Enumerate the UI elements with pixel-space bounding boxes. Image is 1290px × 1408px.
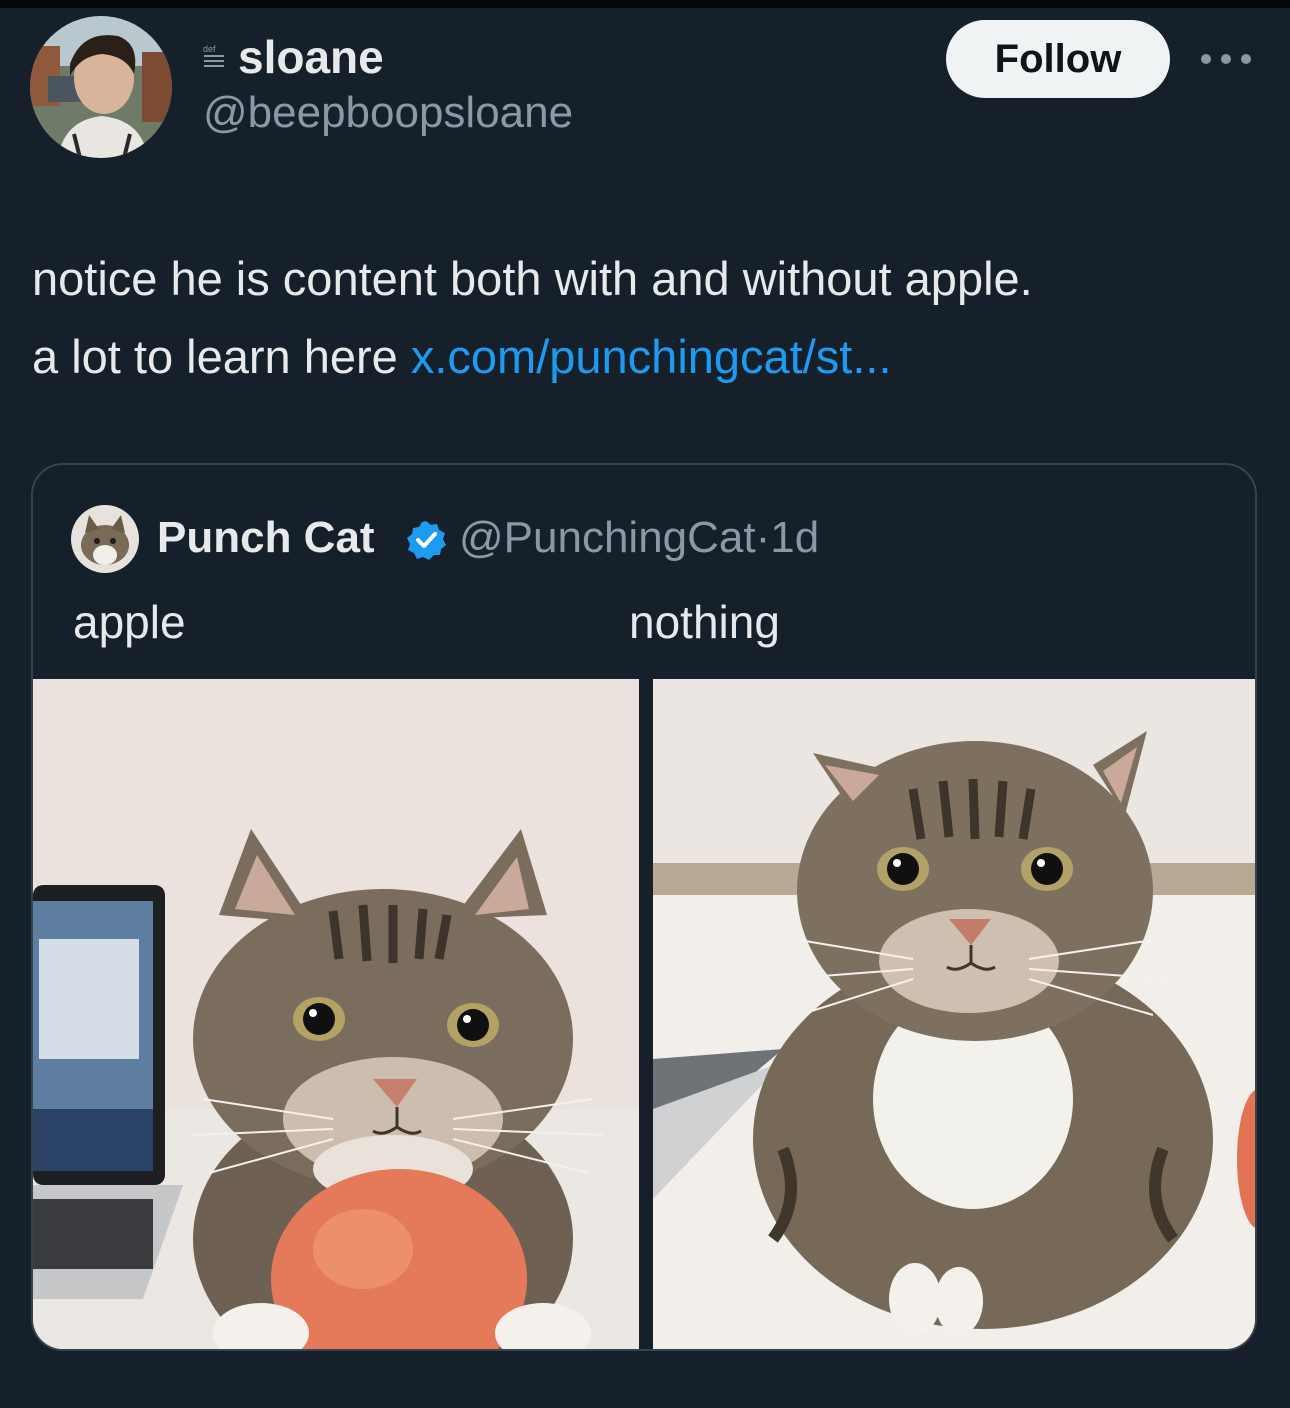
def-badge-text: def — [203, 44, 216, 54]
quote-handle-and-time: @PunchingCat·1d — [459, 513, 819, 563]
cat-without-apple-photo[interactable] — [653, 679, 1255, 1349]
author-avatar[interactable] — [30, 16, 172, 158]
cat-with-apple-photo[interactable] — [33, 679, 639, 1349]
author-display-name[interactable]: sloane — [238, 30, 384, 84]
caption-apple: apple — [73, 596, 186, 648]
quote-handle[interactable]: @PunchingCat — [459, 513, 756, 562]
more-horizontal-icon[interactable] — [1198, 48, 1254, 70]
quoted-tweet-card[interactable]: Punch Cat @PunchingCat·1d apple nothing — [31, 463, 1257, 1351]
author-handle[interactable]: @beepboopsloane — [203, 88, 573, 138]
quote-time[interactable]: 1d — [770, 513, 819, 562]
tweet-link[interactable]: x.com/punchingcat/st... — [411, 330, 892, 383]
avatar-photo — [30, 16, 172, 158]
def-badge-icon: def — [203, 44, 224, 67]
verified-badge-icon — [407, 521, 446, 560]
tweet-text-line2-prefix: a lot to learn here — [32, 330, 411, 383]
follow-button[interactable]: Follow — [946, 20, 1170, 98]
cat-without-apple-image — [653, 679, 1255, 1349]
quote-separator: · — [755, 513, 771, 562]
quote-author-avatar[interactable] — [71, 505, 139, 573]
status-strip — [0, 0, 1290, 8]
tweet-text: notice he is content both with and witho… — [32, 240, 1262, 396]
tweet-page: def sloane @beepboopsloane Follow notice… — [0, 0, 1290, 1408]
tweet-text-line1: notice he is content both with and witho… — [32, 252, 1033, 305]
cat-with-apple-image — [33, 679, 639, 1349]
caption-nothing: nothing — [629, 596, 780, 648]
quote-display-name[interactable]: Punch Cat — [157, 513, 375, 563]
tweet-text-line2: a lot to learn here x.com/punchingcat/st… — [32, 318, 1262, 396]
quote-avatar-photo — [71, 505, 139, 573]
